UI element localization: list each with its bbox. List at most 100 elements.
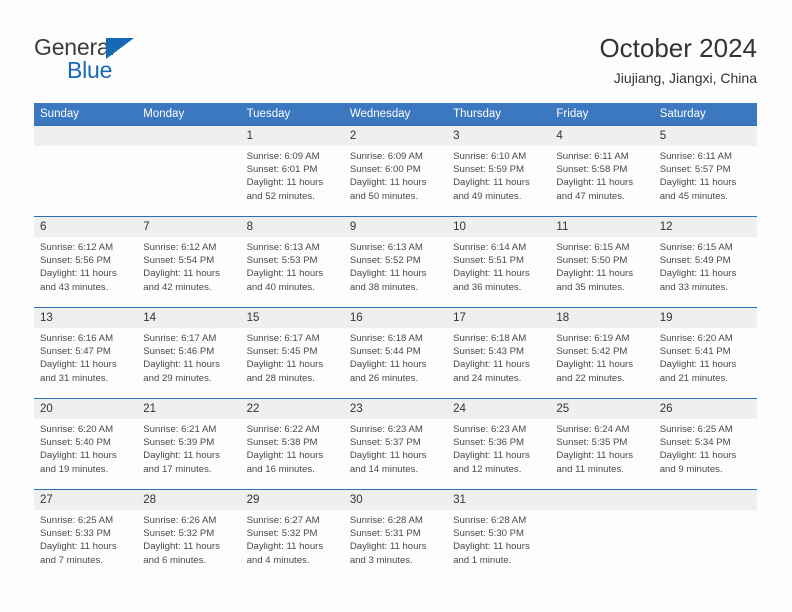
day-cell[interactable] [34, 125, 138, 217]
daylight-text-line2: and 3 minutes. [349, 554, 413, 566]
day-cell[interactable]: 1 Sunrise: 6:09 AM Sunset: 6:01 PM Dayli… [240, 125, 344, 217]
sunrise-text: Sunrise: 6:12 AM [40, 242, 114, 253]
sunset-text: Sunset: 5:39 PM [143, 437, 215, 449]
generalblue-logo[interactable]: General Blue [34, 34, 234, 86]
calendar-table: Sunday Monday Tuesday Wednesday Thursday… [34, 103, 757, 580]
sunrise-text: Sunrise: 6:11 AM [556, 151, 629, 162]
day-cell[interactable]: 30 Sunrise: 6:28 AM Sunset: 5:31 PM Dayl… [343, 489, 448, 580]
day-details: Sunrise: 6:19 AM Sunset: 5:42 PM Dayligh… [550, 328, 653, 385]
sunset-text: Sunset: 5:38 PM [246, 437, 318, 449]
day-number [653, 490, 757, 510]
sunrise-text: Sunrise: 6:24 AM [556, 424, 630, 435]
daylight-text-line2: and 4 minutes. [246, 554, 310, 566]
day-details: Sunrise: 6:23 AM Sunset: 5:37 PM Dayligh… [344, 419, 447, 476]
day-cell[interactable]: 27 Sunrise: 6:25 AM Sunset: 5:33 PM Dayl… [34, 489, 138, 580]
day-cell[interactable]: 18 Sunrise: 6:19 AM Sunset: 5:42 PM Dayl… [550, 307, 654, 399]
day-cell[interactable]: 4 Sunrise: 6:11 AM Sunset: 5:58 PM Dayli… [550, 125, 654, 217]
day-cell[interactable]: 13 Sunrise: 6:16 AM Sunset: 5:47 PM Dayl… [34, 307, 138, 399]
daylight-text-line1: Daylight: 11 hours [246, 177, 324, 189]
title-block: October 2024 Jiujiang, Jiangxi, China [599, 32, 757, 88]
day-number: 8 [240, 217, 344, 237]
day-cell[interactable]: 24 Sunrise: 6:23 AM Sunset: 5:36 PM Dayl… [447, 398, 551, 490]
sunrise-text: Sunrise: 6:22 AM [246, 424, 320, 435]
day-cell[interactable]: 21 Sunrise: 6:21 AM Sunset: 5:39 PM Dayl… [137, 398, 241, 490]
day-cell[interactable]: 22 Sunrise: 6:22 AM Sunset: 5:38 PM Dayl… [240, 398, 344, 490]
sunset-text: Sunset: 5:59 PM [453, 164, 525, 176]
day-cell[interactable]: 28 Sunrise: 6:26 AM Sunset: 5:32 PM Dayl… [137, 489, 241, 580]
day-cell[interactable]: 10 Sunrise: 6:14 AM Sunset: 5:51 PM Dayl… [447, 216, 551, 308]
sunrise-text: Sunrise: 6:13 AM [349, 242, 423, 253]
day-details [34, 146, 137, 150]
calendar-week-row: 27 Sunrise: 6:25 AM Sunset: 5:33 PM Dayl… [34, 489, 757, 580]
daylight-text-line1: Daylight: 11 hours [40, 359, 117, 371]
sunrise-text: Sunrise: 6:23 AM [453, 424, 527, 435]
daylight-text-line2: and 38 minutes. [349, 281, 419, 293]
day-details: Sunrise: 6:11 AM Sunset: 5:58 PM Dayligh… [550, 146, 653, 203]
day-cell[interactable]: 5 Sunrise: 6:11 AM Sunset: 5:57 PM Dayli… [653, 125, 757, 217]
day-details: Sunrise: 6:18 AM Sunset: 5:43 PM Dayligh… [447, 328, 550, 385]
daylight-text-line1: Daylight: 11 hours [453, 177, 530, 189]
sunset-text: Sunset: 5:41 PM [659, 346, 731, 358]
day-cell[interactable]: 25 Sunrise: 6:24 AM Sunset: 5:35 PM Dayl… [550, 398, 654, 490]
day-cell[interactable]: 11 Sunrise: 6:15 AM Sunset: 5:50 PM Dayl… [550, 216, 654, 308]
day-cell[interactable]: 8 Sunrise: 6:13 AM Sunset: 5:53 PM Dayli… [240, 216, 344, 308]
day-number [137, 126, 241, 146]
sunset-text: Sunset: 5:34 PM [659, 437, 731, 449]
day-details: Sunrise: 6:21 AM Sunset: 5:39 PM Dayligh… [137, 419, 240, 476]
day-cell[interactable]: 3 Sunrise: 6:10 AM Sunset: 5:59 PM Dayli… [447, 125, 551, 217]
calendar-header-row: Sunday Monday Tuesday Wednesday Thursday… [34, 103, 757, 126]
sunset-text: Sunset: 5:53 PM [246, 255, 318, 267]
weekday-header-friday: Friday [550, 103, 654, 126]
day-number: 13 [34, 308, 138, 328]
sunrise-text: Sunrise: 6:11 AM [659, 151, 733, 162]
calendar-week-row: 20 Sunrise: 6:20 AM Sunset: 5:40 PM Dayl… [34, 398, 757, 490]
day-cell[interactable]: 20 Sunrise: 6:20 AM Sunset: 5:40 PM Dayl… [34, 398, 138, 490]
day-cell[interactable]: 15 Sunrise: 6:17 AM Sunset: 5:45 PM Dayl… [240, 307, 344, 399]
day-number [34, 126, 138, 146]
day-cell[interactable]: 9 Sunrise: 6:13 AM Sunset: 5:52 PM Dayli… [343, 216, 448, 308]
day-cell[interactable]: 14 Sunrise: 6:17 AM Sunset: 5:46 PM Dayl… [137, 307, 241, 399]
daylight-text-line2: and 9 minutes. [659, 463, 723, 475]
day-cell[interactable]: 31 Sunrise: 6:28 AM Sunset: 5:30 PM Dayl… [447, 489, 551, 580]
day-cell[interactable]: 7 Sunrise: 6:12 AM Sunset: 5:54 PM Dayli… [137, 216, 241, 308]
day-number: 19 [653, 308, 757, 328]
daylight-text-line1: Daylight: 11 hours [453, 450, 530, 462]
sunset-text: Sunset: 5:58 PM [556, 164, 628, 176]
daylight-text-line1: Daylight: 11 hours [453, 359, 530, 371]
day-cell[interactable]: 26 Sunrise: 6:25 AM Sunset: 5:34 PM Dayl… [653, 398, 757, 490]
day-number: 20 [34, 399, 138, 419]
day-cell[interactable]: 16 Sunrise: 6:18 AM Sunset: 5:44 PM Dayl… [343, 307, 448, 399]
day-number: 2 [343, 126, 448, 146]
day-details: Sunrise: 6:13 AM Sunset: 5:52 PM Dayligh… [344, 237, 447, 294]
day-number: 1 [240, 126, 344, 146]
day-cell[interactable]: 23 Sunrise: 6:23 AM Sunset: 5:37 PM Dayl… [343, 398, 448, 490]
day-cell[interactable] [653, 489, 757, 580]
day-number: 12 [653, 217, 757, 237]
page-header: General Blue October 2024 Jiujiang, Jian… [0, 0, 792, 96]
sunrise-text: Sunrise: 6:17 AM [246, 333, 320, 344]
day-cell[interactable] [137, 125, 241, 217]
daylight-text-line1: Daylight: 11 hours [246, 268, 324, 280]
day-number: 25 [550, 399, 654, 419]
sunrise-text: Sunrise: 6:25 AM [40, 515, 114, 526]
day-cell[interactable]: 19 Sunrise: 6:20 AM Sunset: 5:41 PM Dayl… [653, 307, 757, 399]
day-cell[interactable]: 17 Sunrise: 6:18 AM Sunset: 5:43 PM Dayl… [447, 307, 551, 399]
day-cell[interactable]: 29 Sunrise: 6:27 AM Sunset: 5:32 PM Dayl… [240, 489, 344, 580]
daylight-text-line2: and 33 minutes. [659, 281, 728, 293]
sunrise-text: Sunrise: 6:19 AM [556, 333, 630, 344]
daylight-text-line2: and 11 minutes. [556, 463, 624, 475]
day-cell[interactable] [550, 489, 654, 580]
day-details [137, 146, 240, 150]
day-cell[interactable]: 2 Sunrise: 6:09 AM Sunset: 6:00 PM Dayli… [343, 125, 448, 217]
day-number: 6 [34, 217, 138, 237]
day-number: 28 [137, 490, 241, 510]
day-details: Sunrise: 6:17 AM Sunset: 5:46 PM Dayligh… [137, 328, 240, 385]
day-number: 10 [447, 217, 551, 237]
sunrise-text: Sunrise: 6:20 AM [659, 333, 733, 344]
day-number: 23 [343, 399, 448, 419]
day-cell[interactable]: 6 Sunrise: 6:12 AM Sunset: 5:56 PM Dayli… [34, 216, 138, 308]
sunset-text: Sunset: 5:44 PM [349, 346, 421, 358]
day-number: 29 [240, 490, 344, 510]
day-cell[interactable]: 12 Sunrise: 6:15 AM Sunset: 5:49 PM Dayl… [653, 216, 757, 308]
sunrise-text: Sunrise: 6:17 AM [143, 333, 217, 344]
